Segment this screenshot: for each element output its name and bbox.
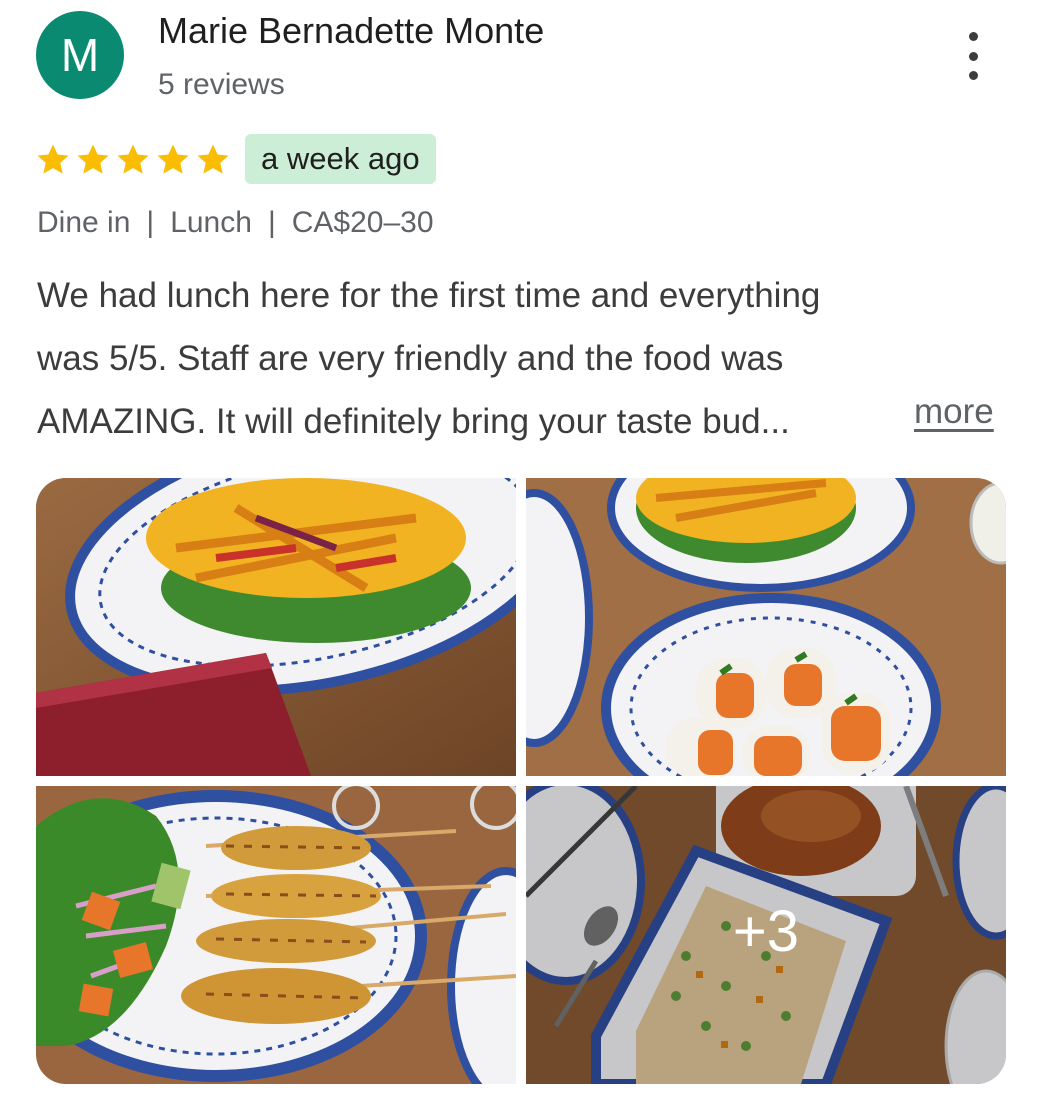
star-icon (197, 144, 229, 174)
review-photo-satay[interactable] (36, 786, 516, 1084)
review-time-badge: a week ago (245, 134, 436, 184)
star-icon (77, 144, 109, 174)
more-photos-count: +3 (732, 898, 800, 964)
menu-dot (968, 32, 978, 41)
menu-dot (968, 51, 978, 61)
photo-grid: +3 (36, 478, 1006, 1084)
reviewer-name[interactable]: Marie Bernadette Monte (158, 10, 544, 52)
meta-meal: Lunch (170, 206, 252, 239)
review-text-line: We had lunch here for the first time and… (37, 276, 821, 315)
star-icon (37, 144, 69, 174)
menu-dot (968, 71, 978, 80)
star-icon (157, 144, 189, 174)
star-rating (34, 141, 232, 181)
review-text: We had lunch here for the first time and… (37, 264, 1017, 453)
review-count: 5 reviews (158, 68, 285, 101)
more-photos-overlay[interactable]: +3 (526, 786, 1006, 1084)
more-vert-icon[interactable] (958, 32, 988, 80)
more-link[interactable]: more (914, 392, 994, 432)
review-text-line: was 5/5. Staff are very friendly and the… (37, 339, 784, 378)
review-time: a week ago (261, 141, 420, 176)
avatar-initial: M (60, 29, 100, 81)
meta-price: CA$20–30 (291, 206, 434, 239)
meta-separator: | (267, 206, 276, 239)
meta-service: Dine in (37, 206, 131, 239)
review-photo-fried-rice[interactable]: +3 (526, 786, 1006, 1084)
star-icon (117, 144, 149, 174)
review-photo-salad[interactable] (36, 478, 516, 776)
review-meta: Dine in | Lunch | CA$20–30 (37, 206, 434, 240)
review-text-line: AMAZING. It will definitely bring your t… (37, 402, 790, 441)
avatar[interactable]: M (36, 11, 124, 99)
meta-separator: | (146, 206, 155, 239)
review-photo-spring-rolls[interactable] (526, 478, 1006, 776)
